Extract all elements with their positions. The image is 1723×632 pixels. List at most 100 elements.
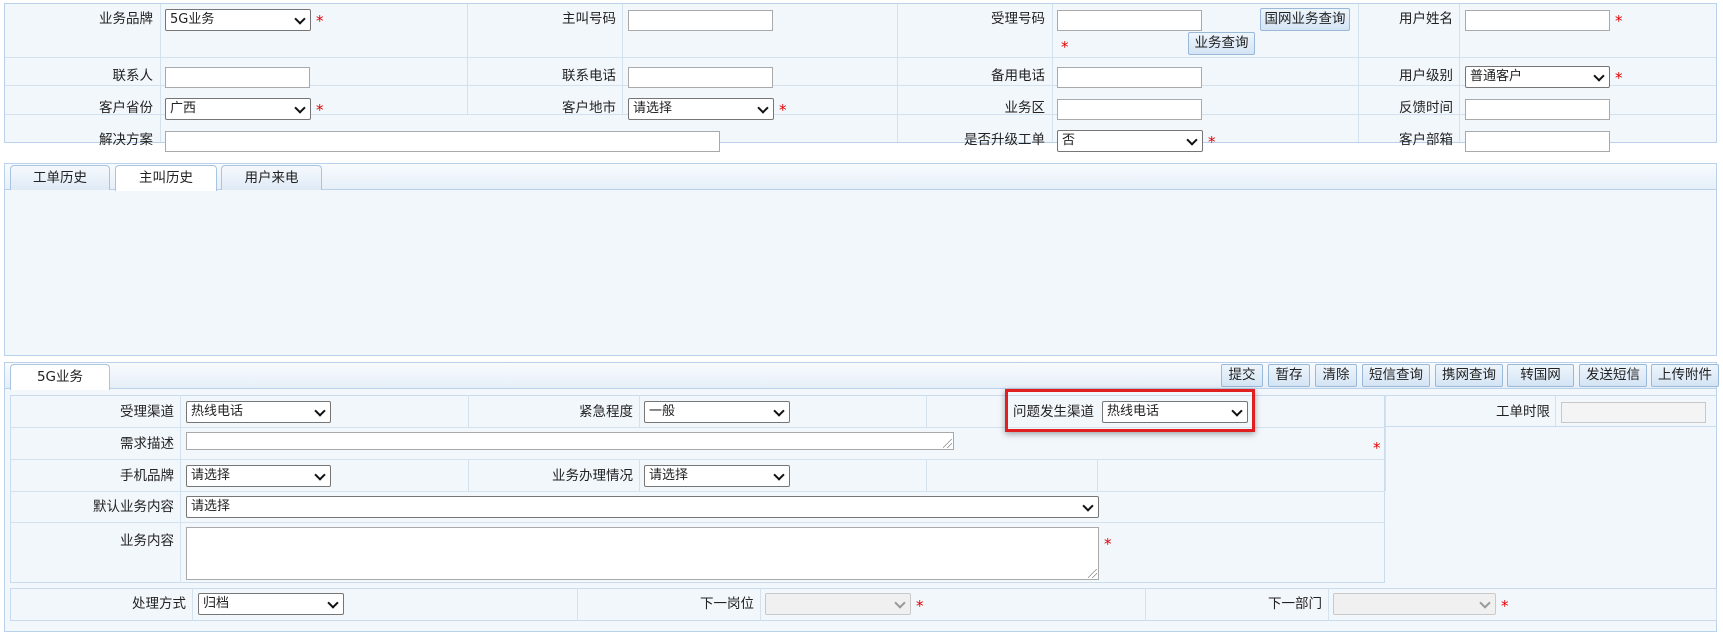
next-post-select[interactable] (765, 593, 911, 615)
biz-area-input[interactable] (1057, 99, 1202, 120)
user-level-select[interactable]: 普通客户 (1465, 66, 1610, 88)
biz-handling-select[interactable]: 请选择 (644, 465, 790, 487)
biz-brand-label: 业务品牌 (99, 11, 153, 27)
contact-label: 联系人 (112, 68, 154, 84)
upgrade-ticket-value: 否 (1062, 133, 1076, 148)
tab-ticket-history[interactable]: 工单历史 (10, 165, 110, 190)
send-sms-button[interactable]: 发送短信 (1579, 364, 1647, 387)
col-divider (639, 395, 640, 427)
transfer-guowang-button[interactable]: 转国网 (1507, 364, 1574, 387)
required-mark: * (316, 12, 324, 30)
user-level-label: 用户级别 (1399, 68, 1453, 84)
col-divider (926, 459, 927, 491)
submit-button[interactable]: 提交 (1221, 364, 1263, 387)
row-divider (10, 491, 1385, 492)
problem-channel-label: 问题发生渠道 (1013, 404, 1094, 420)
solution-input[interactable] (165, 131, 720, 152)
phone-brand-value: 请选择 (191, 468, 231, 483)
required-mark: * (1104, 535, 1112, 553)
upgrade-ticket-select[interactable]: 否 (1057, 130, 1203, 152)
required-mark: * (1208, 133, 1216, 151)
col-divider (1358, 4, 1359, 142)
handle-method-select[interactable]: 归档 (198, 593, 344, 615)
col-divider (760, 588, 761, 621)
required-mark: * (916, 597, 924, 615)
guowang-query-button[interactable]: 国网业务查询 (1260, 8, 1350, 31)
biz-content-label: 业务内容 (120, 533, 174, 549)
backup-phone-input[interactable] (1057, 67, 1202, 88)
biz-query-button[interactable]: 业务查询 (1188, 32, 1255, 55)
province-select[interactable]: 广西 (165, 98, 311, 120)
tab-caller-history[interactable]: 主叫历史 (115, 165, 217, 191)
problem-channel-value: 热线电话 (1107, 404, 1160, 419)
clear-button[interactable]: 清除 (1315, 364, 1357, 387)
col-divider (180, 395, 181, 583)
tab-user-calls[interactable]: 用户来电 (221, 165, 322, 190)
requirement-textarea[interactable] (186, 432, 954, 450)
ticket-deadline-label: 工单时限 (1496, 404, 1550, 420)
contact-phone-input[interactable] (628, 67, 773, 88)
problem-channel-select[interactable]: 热线电话 (1102, 401, 1248, 423)
biz-area-label: 业务区 (1004, 100, 1046, 116)
requirement-label: 需求描述 (120, 436, 174, 452)
contact-phone-label: 联系电话 (562, 68, 616, 84)
province-label: 客户省份 (99, 100, 153, 116)
upgrade-ticket-label: 是否升级工单 (964, 132, 1045, 148)
urgency-select[interactable]: 一般 (644, 401, 790, 423)
history-panel (4, 163, 1717, 356)
required-mark: * (1615, 12, 1623, 30)
province-value: 广西 (170, 101, 197, 116)
biz-handling-value: 请选择 (649, 468, 689, 483)
handle-method-label: 处理方式 (132, 596, 186, 612)
biz-brand-select[interactable]: 5G业务 (165, 9, 311, 31)
col-divider (1328, 588, 1329, 621)
col-divider (622, 4, 623, 114)
col-divider (160, 4, 161, 142)
accept-channel-value: 热线电话 (191, 404, 244, 419)
caller-number-input[interactable] (628, 10, 773, 31)
default-content-value: 请选择 (191, 499, 231, 514)
col-divider (468, 395, 469, 427)
city-select[interactable]: 请选择 (628, 98, 774, 120)
phone-brand-select[interactable]: 请选择 (186, 465, 331, 487)
default-content-label: 默认业务内容 (93, 499, 174, 515)
city-label: 客户地市 (562, 100, 616, 116)
required-mark: * (1373, 439, 1381, 457)
sms-query-button[interactable]: 短信查询 (1362, 364, 1430, 387)
ticket-deadline-input[interactable] (1561, 402, 1706, 423)
feedback-time-label: 反馈时间 (1399, 100, 1453, 116)
col-divider (1097, 459, 1098, 491)
user-name-input[interactable] (1465, 10, 1610, 31)
col-divider (192, 588, 193, 621)
email-input[interactable] (1465, 131, 1610, 152)
feedback-time-input[interactable] (1465, 99, 1610, 120)
phone-brand-label: 手机品牌 (120, 468, 174, 484)
next-post-label: 下一岗位 (700, 596, 754, 612)
next-dept-select[interactable] (1333, 593, 1496, 615)
row-divider (10, 459, 1385, 460)
port-query-button[interactable]: 携网查询 (1435, 364, 1503, 387)
col-divider (468, 459, 469, 491)
accept-number-input[interactable] (1057, 10, 1202, 31)
default-content-select[interactable]: 请选择 (186, 496, 1099, 518)
required-mark: * (1615, 69, 1623, 87)
handle-method-value: 归档 (203, 596, 230, 611)
tab-5g-biz[interactable]: 5G业务 (10, 364, 110, 390)
required-mark: * (779, 101, 787, 119)
resize-grip-icon (943, 439, 952, 448)
col-divider (1145, 588, 1146, 621)
accept-channel-select[interactable]: 热线电话 (186, 401, 331, 423)
contact-input[interactable] (165, 67, 310, 88)
resize-grip-icon (1088, 569, 1097, 578)
required-mark: * (316, 101, 324, 119)
biz-brand-value: 5G业务 (170, 12, 215, 27)
save-draft-button[interactable]: 暂存 (1268, 364, 1310, 387)
upload-attachment-button[interactable]: 上传附件 (1651, 364, 1719, 387)
col-divider (577, 588, 578, 621)
row-divider (10, 522, 1385, 523)
email-label: 客户部箱 (1399, 132, 1453, 148)
user-name-label: 用户姓名 (1399, 11, 1453, 27)
biz-content-textarea[interactable] (186, 527, 1099, 580)
col-divider (1459, 4, 1460, 142)
user-level-value: 普通客户 (1470, 69, 1523, 84)
